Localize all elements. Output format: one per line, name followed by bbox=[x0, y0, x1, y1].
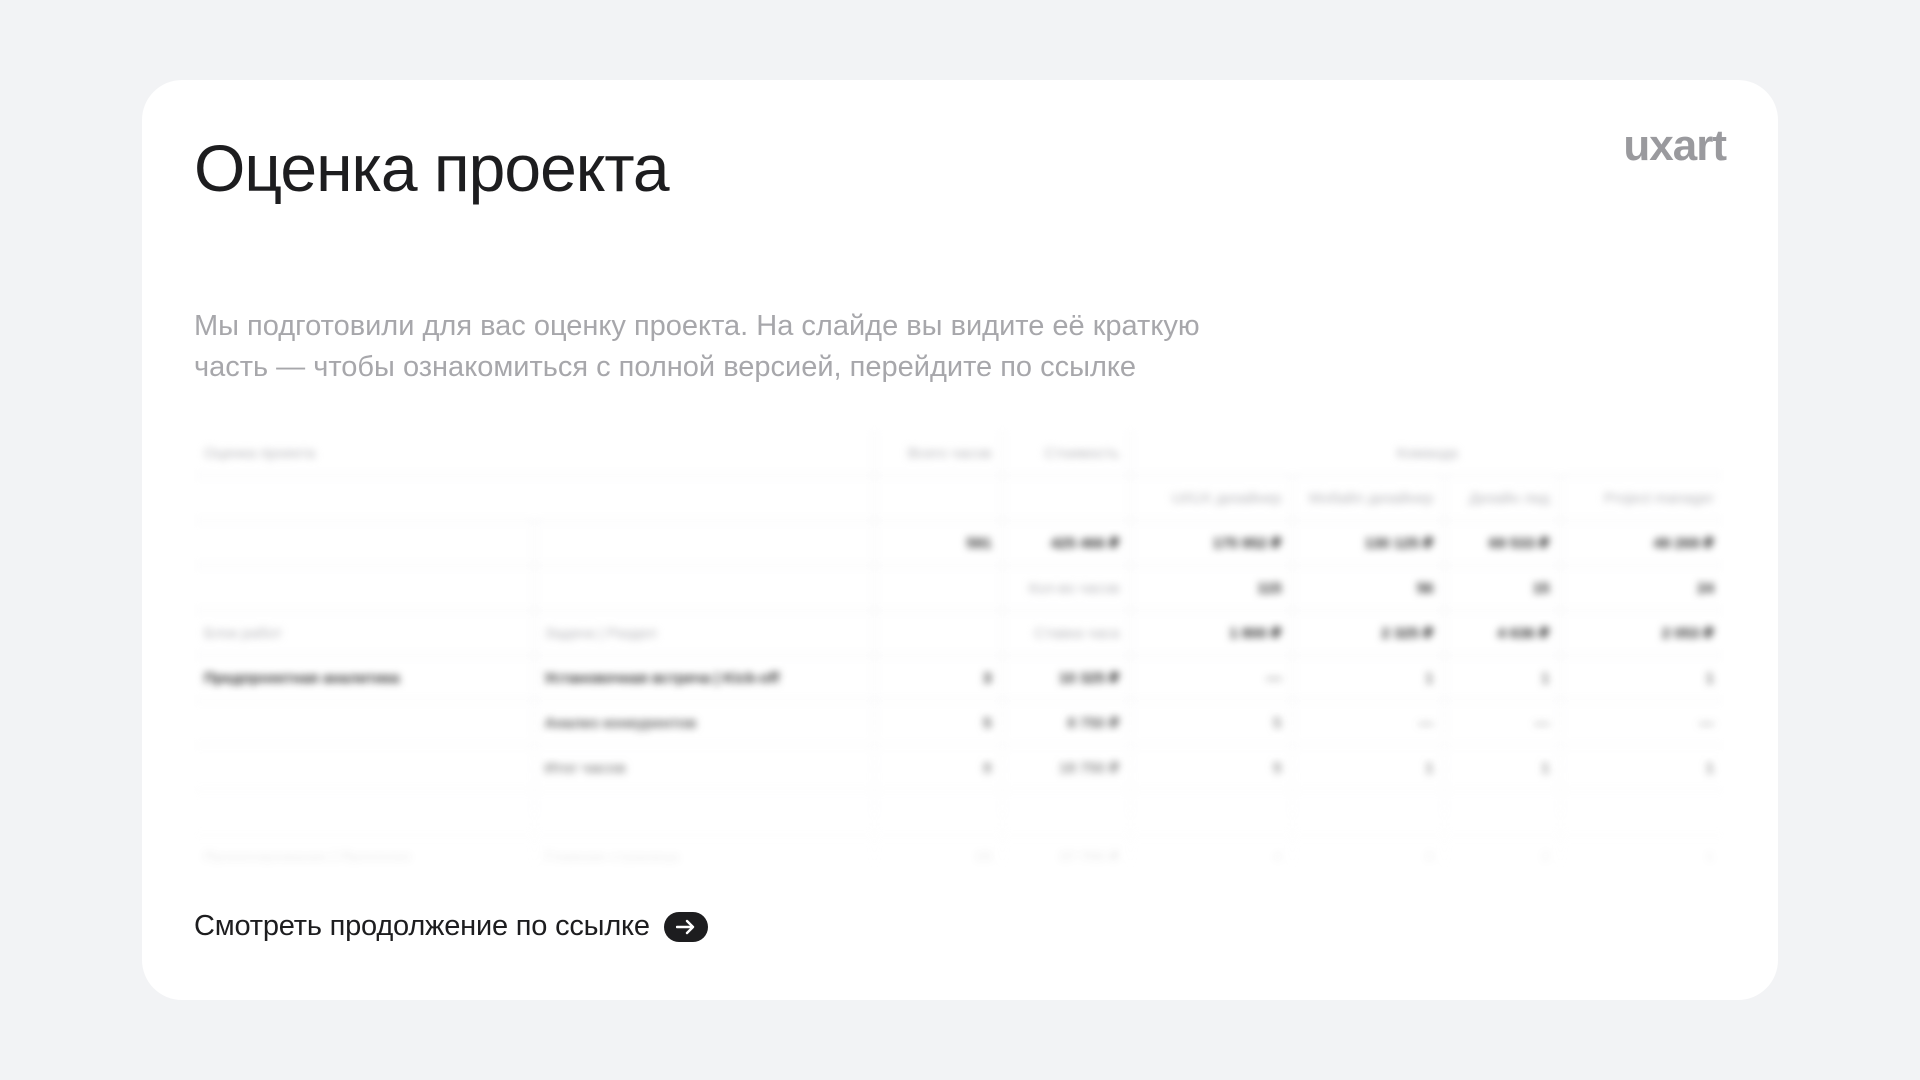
table-cell: Анализ конкурентов bbox=[534, 700, 875, 746]
table-cell: 8 750 ₽ bbox=[1002, 700, 1131, 746]
table-row: Анализ конкурентов 5 8 750 ₽5— — — bbox=[194, 700, 1724, 746]
table-row: 591 425 466 ₽175 952 ₽130 125 ₽69 533 ₽49… bbox=[194, 520, 1724, 566]
table-cell: 130 125 ₽ bbox=[1292, 520, 1445, 566]
table-cell: 2 053 ₽ bbox=[1560, 610, 1724, 656]
table-cell: 8 bbox=[874, 745, 1003, 791]
table-cell bbox=[194, 745, 535, 791]
estimate-table: Оценка проекта Всего часов Стоимость Ком… bbox=[194, 431, 1724, 872]
header-team: Команда bbox=[1130, 431, 1724, 476]
table-cell: — bbox=[1130, 655, 1293, 701]
table-cell: Предпроектная аналитика bbox=[194, 655, 535, 701]
table-cell bbox=[534, 565, 875, 611]
table-body: 591 425 466 ₽175 952 ₽130 125 ₽69 533 ₽49… bbox=[194, 520, 1724, 872]
table-cell: 1 bbox=[1444, 655, 1561, 701]
table-cell bbox=[534, 790, 875, 836]
table-cell: 49 269 ₽ bbox=[1560, 520, 1724, 566]
estimate-card: Оценка проекта uxart Мы подготовили для … bbox=[142, 80, 1778, 1000]
arrow-right-icon[interactable] bbox=[663, 911, 708, 942]
table-cell: 115 bbox=[1130, 565, 1293, 611]
view-continuation-label[interactable]: Смотреть продолжение по ссылке bbox=[194, 910, 650, 943]
table-cell: 37 750 ₽ bbox=[1002, 835, 1131, 872]
table-cell: 2 325 ₽ bbox=[1292, 610, 1445, 656]
table-cell: Проектирование | Прототип bbox=[194, 835, 535, 872]
uxart-logo: uxart bbox=[1623, 121, 1727, 170]
table-cell: 56 bbox=[1292, 565, 1445, 611]
table-cell: 1 bbox=[1560, 835, 1724, 872]
table-cell bbox=[194, 565, 535, 611]
table-cell: 425 466 ₽ bbox=[1002, 520, 1131, 566]
table-cell bbox=[534, 520, 875, 566]
table-cell: 10 325 ₽ bbox=[1002, 655, 1131, 701]
table-cell: Задача | Раздел bbox=[534, 610, 875, 656]
table-cell: 5 bbox=[874, 700, 1003, 746]
table-cell: 5 bbox=[1130, 745, 1293, 791]
table-cell: 1 bbox=[1292, 655, 1445, 701]
table-cell: 1 800 ₽ bbox=[1130, 610, 1293, 656]
table-cell: 5 bbox=[1130, 700, 1293, 746]
table-cell: Ставка часа bbox=[1002, 610, 1131, 656]
table-cell: — bbox=[1444, 700, 1561, 746]
table-cell: 3 bbox=[874, 655, 1003, 701]
table-row: Блок работ Задача | Раздел Ставка часа 1 80… bbox=[194, 610, 1724, 656]
table-cell bbox=[1002, 790, 1131, 836]
header-team-4: Project manager bbox=[1560, 475, 1724, 521]
table-cell: 2 bbox=[1444, 835, 1561, 872]
table-subheader-row: UI/UX дизайнер Мобайл дизайнер Дизайн ли… bbox=[194, 475, 1724, 521]
table-cell bbox=[194, 700, 535, 746]
table-cell bbox=[1292, 790, 1445, 836]
table-cell: 4 bbox=[1130, 835, 1293, 872]
table-cell: — bbox=[1560, 700, 1724, 746]
table-row bbox=[194, 790, 1724, 836]
table-cell bbox=[874, 565, 1003, 611]
table-cell: 24 bbox=[1560, 565, 1724, 611]
table-cell: Блок работ bbox=[194, 610, 535, 656]
table-cell: 1 bbox=[1560, 745, 1724, 791]
page-title: Оценка проекта bbox=[194, 131, 670, 205]
table-cell: 591 bbox=[874, 520, 1003, 566]
table-cell: Итог часов bbox=[534, 745, 875, 791]
header-team-2: Мобайл дизайнер bbox=[1292, 475, 1445, 521]
table-cell: 1 bbox=[1560, 655, 1724, 701]
table-cell: 69 533 ₽ bbox=[1444, 520, 1561, 566]
table-cell: Установочная встреча | Kick-off bbox=[534, 655, 875, 701]
table-cell: 8 bbox=[1292, 835, 1445, 872]
header-team-3: Дизайн лид bbox=[1444, 475, 1561, 521]
table-cell bbox=[194, 520, 535, 566]
table-cell: 15 bbox=[874, 835, 1003, 872]
table-cell: Кол-во часов bbox=[1002, 565, 1131, 611]
blurred-estimate-table: Оценка проекта Всего часов Стоимость Ком… bbox=[194, 348, 1724, 872]
header-project: Оценка проекта bbox=[194, 431, 875, 476]
header-total-hours: Всего часов bbox=[874, 431, 1003, 476]
header-team-1: UI/UX дизайнер bbox=[1130, 475, 1293, 521]
header-cost: Стоимость bbox=[1002, 431, 1131, 476]
table-row: Кол-во часов 115 56 15 24 bbox=[194, 565, 1724, 611]
table-cell: 175 952 ₽ bbox=[1130, 520, 1293, 566]
table-row: Итог часов 8 18 750 ₽5 1 1 1 bbox=[194, 745, 1724, 791]
table-cell: Главная страница bbox=[534, 835, 875, 872]
view-continuation-link[interactable]: Смотреть продолжение по ссылке bbox=[194, 910, 708, 943]
table-cell bbox=[874, 610, 1003, 656]
table-cell bbox=[1130, 790, 1293, 836]
table-cell: 15 bbox=[1444, 565, 1561, 611]
table-cell: 1 bbox=[1292, 745, 1445, 791]
table-cell: 18 750 ₽ bbox=[1002, 745, 1131, 791]
table-row: Предпроектная аналитика Установочная встр… bbox=[194, 655, 1724, 701]
table-header-row: Оценка проекта Всего часов Стоимость Ком… bbox=[194, 431, 1724, 476]
table-cell: 4 636 ₽ bbox=[1444, 610, 1561, 656]
table-cell: 1 bbox=[1444, 745, 1561, 791]
table-cell: — bbox=[1292, 700, 1445, 746]
table-cell bbox=[1560, 790, 1724, 836]
subtitle-line-1: Мы подготовили для вас оценку проекта. Н… bbox=[194, 310, 1200, 342]
table-cell bbox=[194, 790, 535, 836]
table-cell bbox=[874, 790, 1003, 836]
table-cell bbox=[1444, 790, 1561, 836]
table-row: Проектирование | Прототип Главная страниц… bbox=[194, 835, 1724, 872]
